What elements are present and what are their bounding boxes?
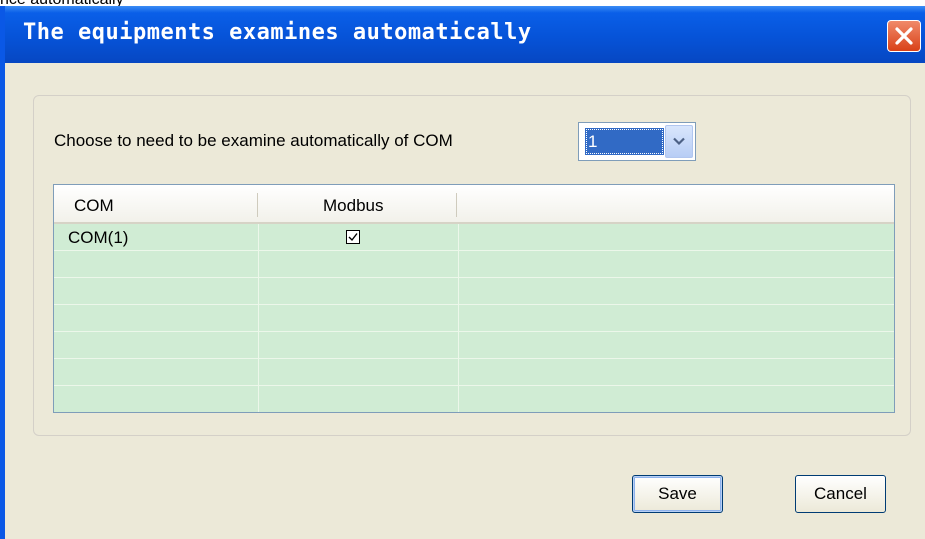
column-header-com[interactable]: COM [74, 196, 114, 216]
table-row[interactable] [54, 359, 894, 386]
table-row[interactable]: COM(1) [54, 224, 894, 251]
column-header-modbus[interactable]: Modbus [323, 196, 383, 216]
table-row[interactable] [54, 305, 894, 332]
com-prompt-label: Choose to need to be examine automatical… [54, 131, 453, 150]
com-select-value: 1 [585, 128, 664, 155]
save-button[interactable]: Save [632, 475, 723, 513]
column-divider[interactable] [456, 193, 457, 217]
com-select-dropdown-button[interactable] [665, 125, 693, 158]
window-title: The equipments examines automatically [23, 20, 532, 45]
title-bar[interactable]: The equipments examines automatically [5, 6, 925, 63]
close-button[interactable] [887, 20, 921, 52]
table-row[interactable] [54, 386, 894, 412]
close-icon [895, 27, 913, 45]
chevron-down-icon [673, 137, 685, 146]
grid-header: COM Modbus [54, 185, 894, 224]
table-row[interactable] [54, 278, 894, 305]
cell-com: COM(1) [68, 228, 129, 247]
com-grid: COM Modbus COM(1) [53, 184, 895, 413]
checkmark-icon [348, 233, 358, 242]
modbus-checkbox[interactable] [346, 230, 360, 244]
table-row[interactable] [54, 332, 894, 359]
column-divider[interactable] [257, 193, 258, 217]
com-select[interactable]: 1 [578, 122, 696, 161]
table-row[interactable] [54, 251, 894, 278]
cancel-button[interactable]: Cancel [795, 475, 886, 513]
